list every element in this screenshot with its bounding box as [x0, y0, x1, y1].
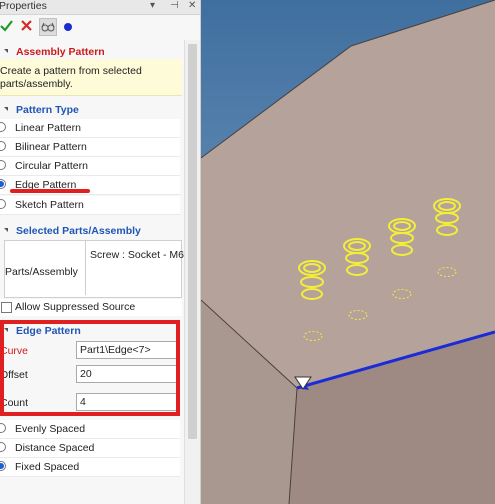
collapse-icon[interactable]	[4, 328, 8, 332]
curve-label: Curve	[0, 345, 29, 357]
radio-button[interactable]	[0, 122, 6, 132]
offset-field[interactable]: 20	[76, 365, 180, 383]
count-label: Count	[0, 397, 29, 409]
panel-title: Properties	[0, 0, 47, 12]
properties-panel: Properties ▾ ⊣ ✕ Assembly Pattern Create…	[0, 0, 201, 504]
fixed-spaced-option[interactable]: Fixed Spaced	[0, 458, 180, 477]
pin-icon[interactable]: ⊣	[170, 0, 179, 11]
selected-parts-box: Parts/Assembly Screw : Socket - M6	[4, 240, 184, 298]
linear-pattern-option[interactable]: Linear Pattern	[0, 119, 180, 138]
dropdown-icon[interactable]: ▾	[150, 0, 155, 11]
collapse-icon[interactable]	[4, 228, 8, 232]
sketch-pattern-option[interactable]: Sketch Pattern	[0, 196, 180, 215]
close-panel-icon[interactable]: ✕	[188, 0, 196, 11]
radio-button[interactable]	[0, 442, 6, 452]
model-view	[201, 0, 495, 504]
circular-pattern-option[interactable]: Circular Pattern	[0, 157, 180, 176]
panel-scrollbar[interactable]	[184, 40, 200, 504]
close-icon[interactable]	[20, 19, 33, 32]
pattern-type-heading: Pattern Type	[16, 104, 79, 116]
bilinear-pattern-option[interactable]: Bilinear Pattern	[0, 138, 180, 157]
check-icon[interactable]	[0, 19, 13, 32]
scrollbar-thumb[interactable]	[188, 44, 197, 439]
collapse-icon[interactable]	[4, 49, 8, 53]
radio-button[interactable]	[0, 160, 6, 170]
collapse-icon[interactable]	[4, 107, 8, 111]
glasses-icon[interactable]	[39, 18, 57, 36]
assembly-pattern-heading: Assembly Pattern	[16, 46, 105, 58]
radio-button[interactable]	[0, 423, 6, 433]
curve-row: Curve Part1\Edge<7>	[0, 340, 182, 362]
annotation-underline	[10, 189, 90, 193]
radio-button[interactable]	[0, 199, 6, 209]
offset-label: Offset	[0, 369, 28, 381]
radio-button[interactable]	[0, 141, 6, 151]
parts-assembly-label: Parts/Assembly	[5, 266, 78, 278]
dot-icon[interactable]	[64, 23, 72, 31]
count-field[interactable]: 4	[76, 393, 180, 411]
distance-spaced-option[interactable]: Distance Spaced	[0, 439, 180, 458]
curve-field[interactable]: Part1\Edge<7>	[76, 341, 180, 359]
checkbox[interactable]	[1, 302, 12, 313]
panel-titlebar: Properties ▾ ⊣ ✕	[0, 0, 200, 15]
edge-pattern-heading: Edge Pattern	[16, 325, 81, 337]
radio-button-selected[interactable]	[0, 179, 6, 189]
selected-parts-heading: Selected Parts/Assembly	[16, 225, 141, 237]
radio-button-selected[interactable]	[0, 461, 6, 471]
panel-toolbar	[0, 16, 200, 40]
count-row: Count 4	[0, 392, 182, 414]
3d-viewport[interactable]	[201, 0, 495, 504]
offset-row: Offset 20	[0, 364, 182, 386]
assembly-pattern-description: Create a pattern from selected parts/ass…	[0, 59, 182, 96]
allow-suppressed-checkbox[interactable]: Allow Suppressed Source	[0, 299, 182, 316]
evenly-spaced-option[interactable]: Evenly Spaced	[0, 420, 180, 439]
parts-assembly-field[interactable]: Screw : Socket - M6	[85, 241, 184, 295]
